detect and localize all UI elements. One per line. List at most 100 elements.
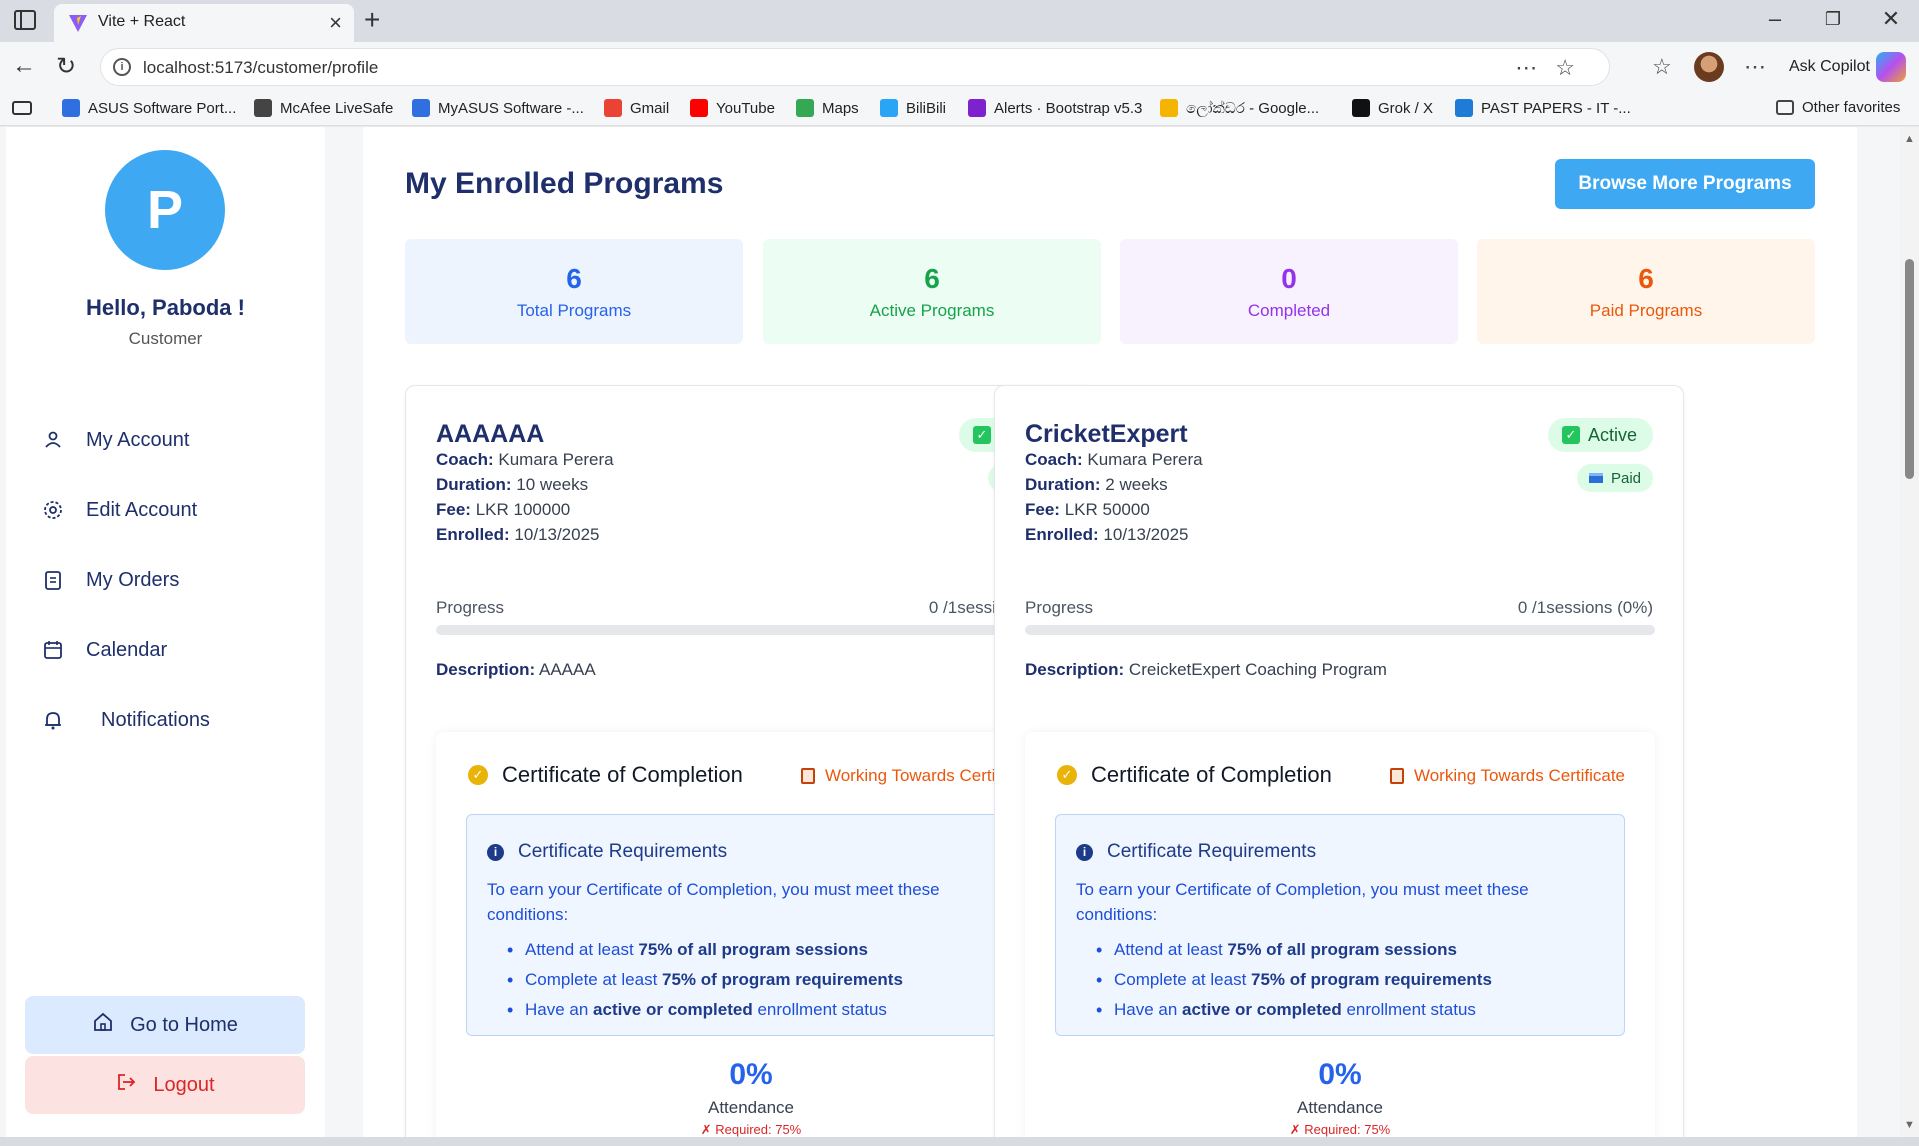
gmail-icon — [604, 99, 622, 117]
scrollbar[interactable]: ▲ ▼ — [1900, 127, 1919, 1137]
new-tab-icon[interactable]: + — [364, 4, 380, 36]
main-panel: My Enrolled Programs Browse More Program… — [363, 127, 1857, 1137]
requirements-list: Attend at least 75% of all program sessi… — [507, 935, 903, 1025]
requirement-item: Attend at least 75% of all program sessi… — [507, 935, 903, 965]
requirements-box: i Certificate Requirements To earn your … — [1055, 814, 1625, 1036]
sidebar-item-notifications[interactable]: Notifications — [42, 700, 210, 740]
bookmark-item[interactable]: MyASUS Software -... — [412, 99, 584, 117]
certificate-status: Working Towards Certificate — [1389, 766, 1625, 786]
other-favorites[interactable]: Other favorites — [1776, 99, 1900, 116]
requirement-item: Have an active or completed enrollment s… — [507, 995, 903, 1025]
bookmark-item[interactable]: Grok / X — [1352, 99, 1433, 117]
bookmark-item[interactable]: McAfee LiveSafe — [254, 99, 393, 117]
url-actions[interactable]: ⋯☆ — [1515, 55, 1593, 81]
requirement-item: Complete at least 75% of program require… — [1096, 965, 1492, 995]
requirements-intro: To earn your Certificate of Completion, … — [487, 880, 940, 924]
stat-total-programs: 6 Total Programs — [405, 239, 743, 344]
info-icon: i — [1076, 843, 1093, 861]
requirements-title-text: Certificate Requirements — [518, 841, 728, 862]
certificate-heading: ✓ Certificate of Completion — [1057, 762, 1332, 788]
onedrive-icon — [1455, 99, 1473, 117]
active-tab[interactable]: Vite + React × — [54, 4, 354, 42]
program-card: AAAAAA ✓ Active Paid Coach: Kumara Perer… — [405, 385, 1095, 1137]
bookmark-item[interactable]: Gmail — [604, 99, 669, 117]
minimize-icon[interactable]: – — [1760, 6, 1790, 32]
user-icon — [42, 429, 64, 451]
enrolled-line: Enrolled: 10/13/2025 — [436, 525, 600, 545]
maps-icon — [796, 99, 814, 117]
certificate-status-text: Working Towards Certificate — [1413, 766, 1625, 785]
greeting: Hello, Paboda ! — [86, 295, 245, 320]
payment-badge: Paid — [1576, 464, 1653, 492]
youtube-icon — [690, 99, 708, 117]
certificate-title: Certificate of Completion — [502, 762, 743, 787]
globe-icon — [254, 99, 272, 117]
collections-icon[interactable] — [12, 101, 32, 115]
attendance-label: Attendance — [707, 1098, 794, 1117]
attendance-value: 0% — [1318, 1058, 1362, 1091]
coach-line: Coach: Kumara Perera — [436, 450, 614, 470]
check-circle-icon: ✓ — [468, 765, 488, 785]
back-icon[interactable]: ← — [12, 52, 36, 80]
logout-button[interactable]: Logout — [25, 1056, 305, 1114]
bookmark-item[interactable]: PAST PAPERS - IT -... — [1455, 99, 1631, 117]
stat-completed: 0 Completed — [1120, 239, 1458, 344]
browse-more-programs-button[interactable]: Browse More Programs — [1555, 159, 1815, 209]
fee-value: LKR 100000 — [475, 500, 571, 519]
clipboard-icon — [42, 569, 64, 591]
gear-icon — [42, 499, 64, 521]
vite-logo-icon — [69, 15, 87, 32]
scroll-thumb[interactable] — [1905, 259, 1914, 479]
enrolled-label: Enrolled: — [1025, 525, 1099, 544]
checkbox-icon: ✓ — [1561, 426, 1580, 444]
tab-actions-icon[interactable] — [14, 10, 36, 30]
favorites-icon[interactable]: ☆ — [1652, 54, 1672, 80]
bookmark-item[interactable]: YouTube — [690, 99, 775, 117]
scroll-down-icon[interactable]: ▼ — [1904, 1119, 1915, 1131]
requirement-emphasis: 75% of program requirements — [1251, 970, 1492, 989]
requirements-title-text: Certificate Requirements — [1107, 841, 1317, 862]
restore-icon[interactable]: ❐ — [1818, 9, 1848, 30]
scroll-up-icon[interactable]: ▲ — [1904, 133, 1915, 145]
bookmark-item[interactable]: Maps — [796, 99, 859, 117]
sidebar-item-calendar[interactable]: Calendar — [42, 630, 167, 670]
url-text[interactable]: localhost:5173/customer/profile — [143, 58, 378, 78]
attendance-required: ✗ Required: 75% — [1289, 1122, 1391, 1137]
duration-label: Duration: — [1025, 475, 1101, 494]
window-close-icon[interactable]: ✕ — [1876, 6, 1906, 32]
home-icon — [92, 1011, 114, 1039]
copilot-icon[interactable] — [1876, 52, 1906, 82]
duration-value: 2 weeks — [1105, 475, 1168, 494]
go-to-home-button[interactable]: Go to Home — [25, 996, 305, 1054]
bilibili-icon — [880, 99, 898, 117]
ask-copilot-button[interactable]: Ask Copilot — [1789, 58, 1870, 76]
progress-bar — [436, 625, 1066, 635]
bookmark-item[interactable]: ASUS Software Port... — [62, 99, 236, 117]
refresh-icon[interactable]: ↻ — [56, 52, 76, 81]
profile-avatar[interactable] — [1694, 52, 1724, 82]
fee-label: Fee: — [436, 500, 471, 519]
stat-value: 6 — [1638, 263, 1654, 294]
address-bar-row: ← ↻ i localhost:5173/customer/profile ⋯☆… — [0, 42, 1919, 92]
asus-icon — [62, 99, 80, 117]
bookmark-item[interactable]: BiliBili — [880, 99, 946, 117]
requirements-title: i Certificate Requirements — [487, 841, 727, 863]
site-info-icon[interactable]: i — [113, 58, 131, 76]
sidebar-item-my-account[interactable]: My Account — [42, 420, 189, 460]
description-label: Description: — [436, 660, 536, 679]
sidebar-item-my-orders[interactable]: My Orders — [42, 560, 179, 600]
requirement-emphasis: active or completed — [593, 1000, 753, 1019]
logout-label: Logout — [153, 1073, 215, 1096]
go-to-home-label: Go to Home — [130, 1013, 238, 1036]
page-title: My Enrolled Programs — [405, 167, 724, 200]
progress-bar — [1025, 625, 1655, 635]
bookmark-item[interactable]: Alerts · Bootstrap v5.3 — [968, 99, 1142, 117]
sidebar-item-label: My Account — [86, 428, 190, 451]
calendar-icon — [42, 639, 64, 661]
sidebar-item-edit-account[interactable]: Edit Account — [42, 490, 197, 530]
more-menu-icon[interactable]: ⋯ — [1744, 54, 1766, 80]
url-field[interactable]: i localhost:5173/customer/profile ⋯☆ — [100, 48, 1610, 86]
close-tab-icon[interactable]: × — [329, 10, 342, 36]
bookmark-item[interactable]: ලෝක්ඩර - Google... — [1160, 99, 1319, 117]
requirement-text: Attend at least — [525, 940, 639, 959]
